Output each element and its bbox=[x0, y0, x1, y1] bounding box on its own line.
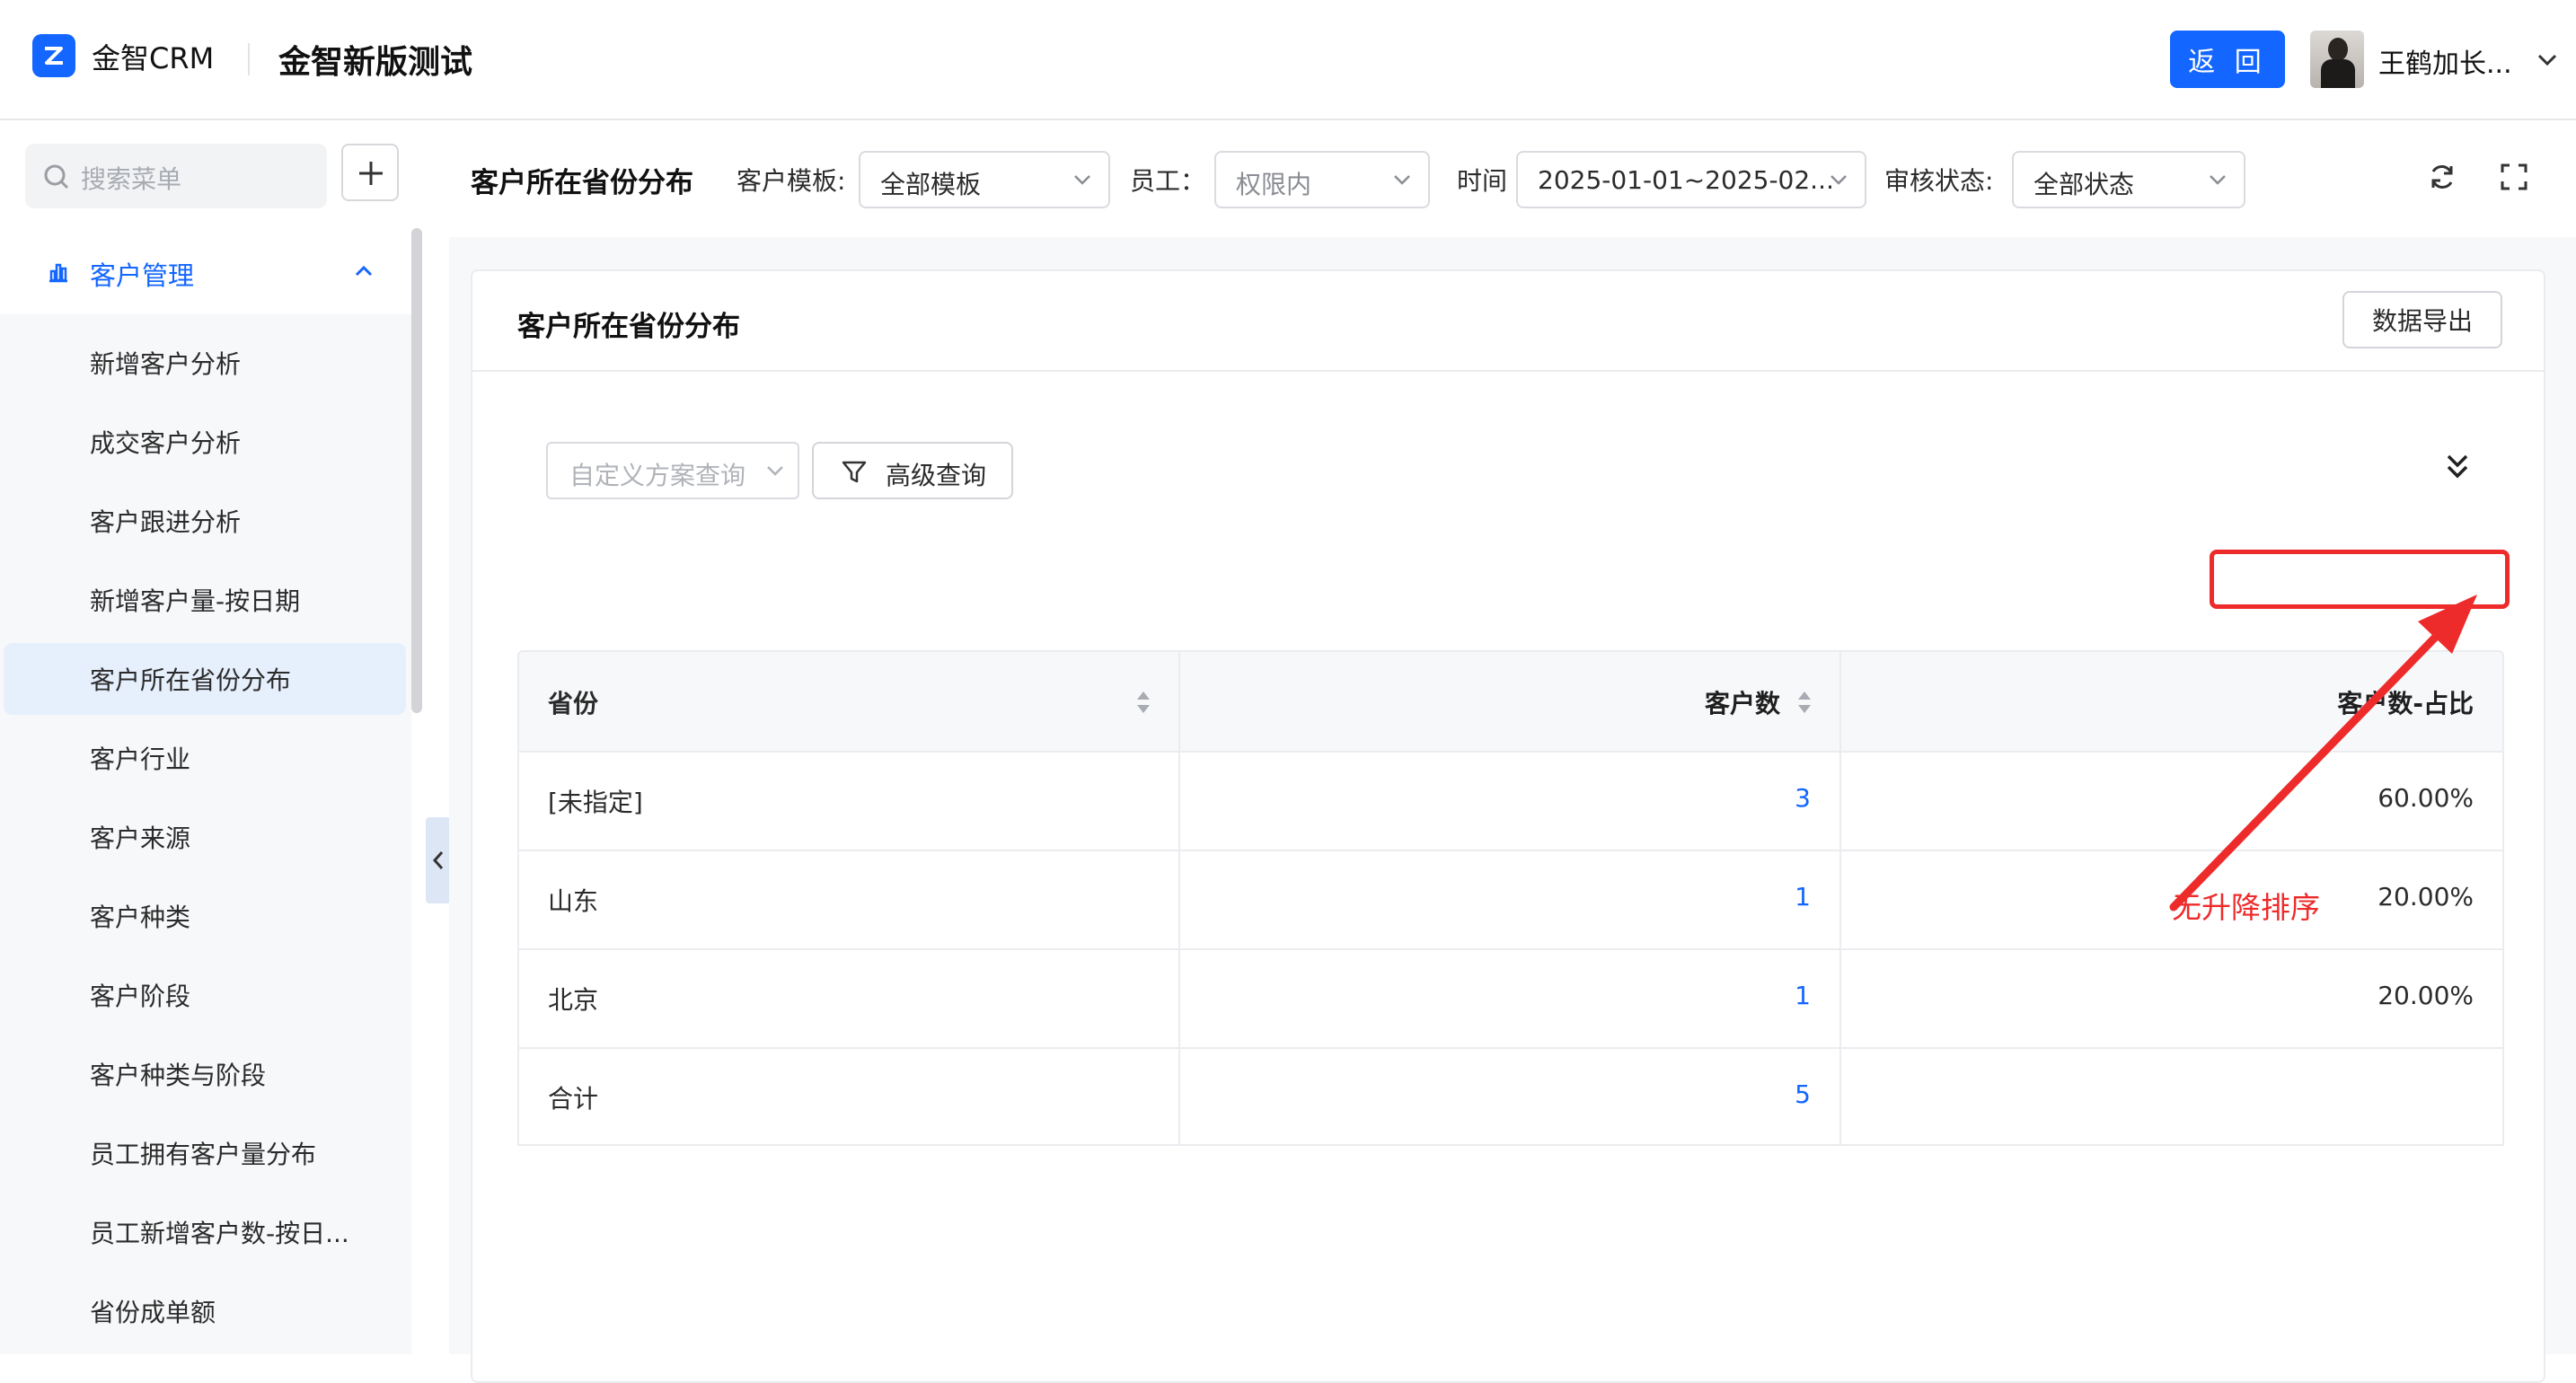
sidebar-item-type-and-stage[interactable]: 客户种类与阶段 bbox=[4, 1038, 406, 1110]
chevron-left-icon bbox=[432, 851, 444, 869]
top-bar: 金智CRM 金智新版测试 返 回 王鹤加长... bbox=[0, 0, 2576, 120]
sidebar-item-employee-new-customers[interactable]: 员工新增客户数-按日... bbox=[4, 1196, 406, 1268]
filter-icon bbox=[842, 461, 867, 483]
time-filter-label: 时间 bbox=[1457, 166, 1508, 196]
page-title: 客户所在省份分布 bbox=[471, 167, 693, 199]
menu-group-customer-management[interactable]: 客户管理 bbox=[0, 239, 422, 304]
app-title: 金智新版测试 bbox=[278, 44, 473, 81]
sidebar-item-followup-analysis[interactable]: 客户跟进分析 bbox=[4, 485, 406, 557]
cell-count-link[interactable]: 1 bbox=[1795, 882, 1811, 912]
sidebar-item-new-customer-analysis[interactable]: 新增客户分析 bbox=[4, 327, 406, 399]
sidebar-item-stage[interactable]: 客户阶段 bbox=[4, 959, 406, 1031]
username[interactable]: 王鹤加长... bbox=[2378, 41, 2512, 81]
double-chevron-down-icon[interactable] bbox=[2441, 451, 2474, 483]
column-header-province[interactable]: 省份 bbox=[519, 652, 1180, 751]
employee-filter-label: 员工： bbox=[1130, 166, 1206, 196]
table-total-row: 合计 5 bbox=[517, 1047, 2504, 1146]
status-filter-label: 审核状态: bbox=[1884, 166, 1994, 196]
status-select[interactable]: 全部状态 bbox=[2012, 151, 2245, 208]
menu-group-label: 客户管理 bbox=[90, 260, 195, 291]
plus-icon bbox=[359, 162, 383, 185]
sidebar-collapse-button[interactable] bbox=[426, 817, 451, 903]
sidebar-scrollbar[interactable] bbox=[411, 228, 422, 713]
refresh-icon[interactable] bbox=[2427, 162, 2457, 192]
chevron-down-icon[interactable] bbox=[2535, 47, 2560, 72]
column-header-customer-count[interactable]: 客户数 bbox=[1180, 652, 1841, 751]
brand-name: 金智CRM bbox=[92, 41, 215, 75]
sort-icon[interactable] bbox=[1796, 690, 1813, 715]
sidebar-item-type[interactable]: 客户种类 bbox=[4, 880, 406, 952]
sidebar-item-closed-customer-analysis[interactable]: 成交客户分析 bbox=[4, 406, 406, 478]
template-filter-label: 客户模板: bbox=[737, 166, 846, 196]
export-data-button[interactable]: 数据导出 bbox=[2342, 291, 2502, 348]
cell-ratio: 20.00% bbox=[2378, 981, 2474, 1010]
avatar[interactable] bbox=[2310, 31, 2364, 88]
annotation-arrow-icon bbox=[2169, 595, 2477, 912]
cell-count-link[interactable]: 3 bbox=[1795, 783, 1811, 813]
sidebar-item-employee-customer-distribution[interactable]: 员工拥有客户量分布 bbox=[4, 1117, 406, 1189]
add-menu-button[interactable] bbox=[341, 144, 399, 201]
filter-bar: 客户所在省份分布 客户模板: 全部模板 员工： 权限内 时间 2025-01-0… bbox=[449, 120, 2576, 237]
card-title: 客户所在省份分布 bbox=[517, 311, 740, 343]
header-divider bbox=[248, 43, 250, 75]
cell-province: [未指定] bbox=[548, 788, 643, 817]
chevron-down-icon bbox=[2210, 175, 2226, 185]
sidebar-item-industry[interactable]: 客户行业 bbox=[4, 722, 406, 794]
chevron-down-icon bbox=[767, 466, 783, 476]
chevron-down-icon bbox=[1074, 175, 1090, 185]
annotation-text: 无升降排序 bbox=[2172, 890, 2320, 925]
sidebar-item-province-deal-amount[interactable]: 省份成单额 bbox=[4, 1275, 406, 1347]
back-button[interactable]: 返 回 bbox=[2170, 31, 2285, 88]
template-select[interactable]: 全部模板 bbox=[859, 151, 1110, 208]
submenu: 新增客户分析 成交客户分析 客户跟进分析 新增客户量-按日期 客户所在省份分布 … bbox=[0, 314, 411, 1354]
cell-province: 山东 bbox=[548, 886, 599, 916]
table-row: 北京 1 20.00% bbox=[517, 948, 2504, 1047]
cell-total-count-link[interactable]: 5 bbox=[1795, 1079, 1811, 1109]
time-range-select[interactable]: 2025-01-01~2025-02... bbox=[1516, 151, 1866, 208]
sidebar-item-source[interactable]: 客户来源 bbox=[4, 801, 406, 873]
bar-chart-icon bbox=[49, 263, 67, 283]
sidebar-item-province-distribution[interactable]: 客户所在省份分布 bbox=[4, 643, 406, 715]
custom-scheme-select[interactable]: 自定义方案查询 bbox=[546, 442, 799, 499]
search-icon bbox=[44, 164, 69, 189]
card-divider bbox=[472, 370, 2544, 372]
chevron-down-icon bbox=[1831, 175, 1847, 185]
menu-search-input[interactable]: 搜索菜单 bbox=[25, 144, 327, 208]
cell-total-label: 合计 bbox=[548, 1084, 599, 1114]
employee-select[interactable]: 权限内 bbox=[1214, 151, 1430, 208]
cell-count-link[interactable]: 1 bbox=[1795, 981, 1811, 1010]
chevron-up-icon bbox=[355, 265, 373, 277]
fullscreen-icon[interactable] bbox=[2499, 162, 2529, 192]
cell-province: 北京 bbox=[548, 985, 599, 1015]
sort-icon[interactable] bbox=[1135, 690, 1151, 715]
sidebar-item-new-customers-by-date[interactable]: 新增客户量-按日期 bbox=[4, 564, 406, 636]
advanced-query-button[interactable]: 高级查询 bbox=[812, 442, 1013, 499]
sidebar: 搜索菜单 客户管理 新增客户分析 成交客户分析 客户跟进分析 新增客户量-按日期… bbox=[0, 120, 451, 1354]
menu-search-placeholder: 搜索菜单 bbox=[81, 164, 182, 194]
chevron-down-icon bbox=[1394, 175, 1410, 185]
brand-logo-icon bbox=[32, 34, 75, 77]
